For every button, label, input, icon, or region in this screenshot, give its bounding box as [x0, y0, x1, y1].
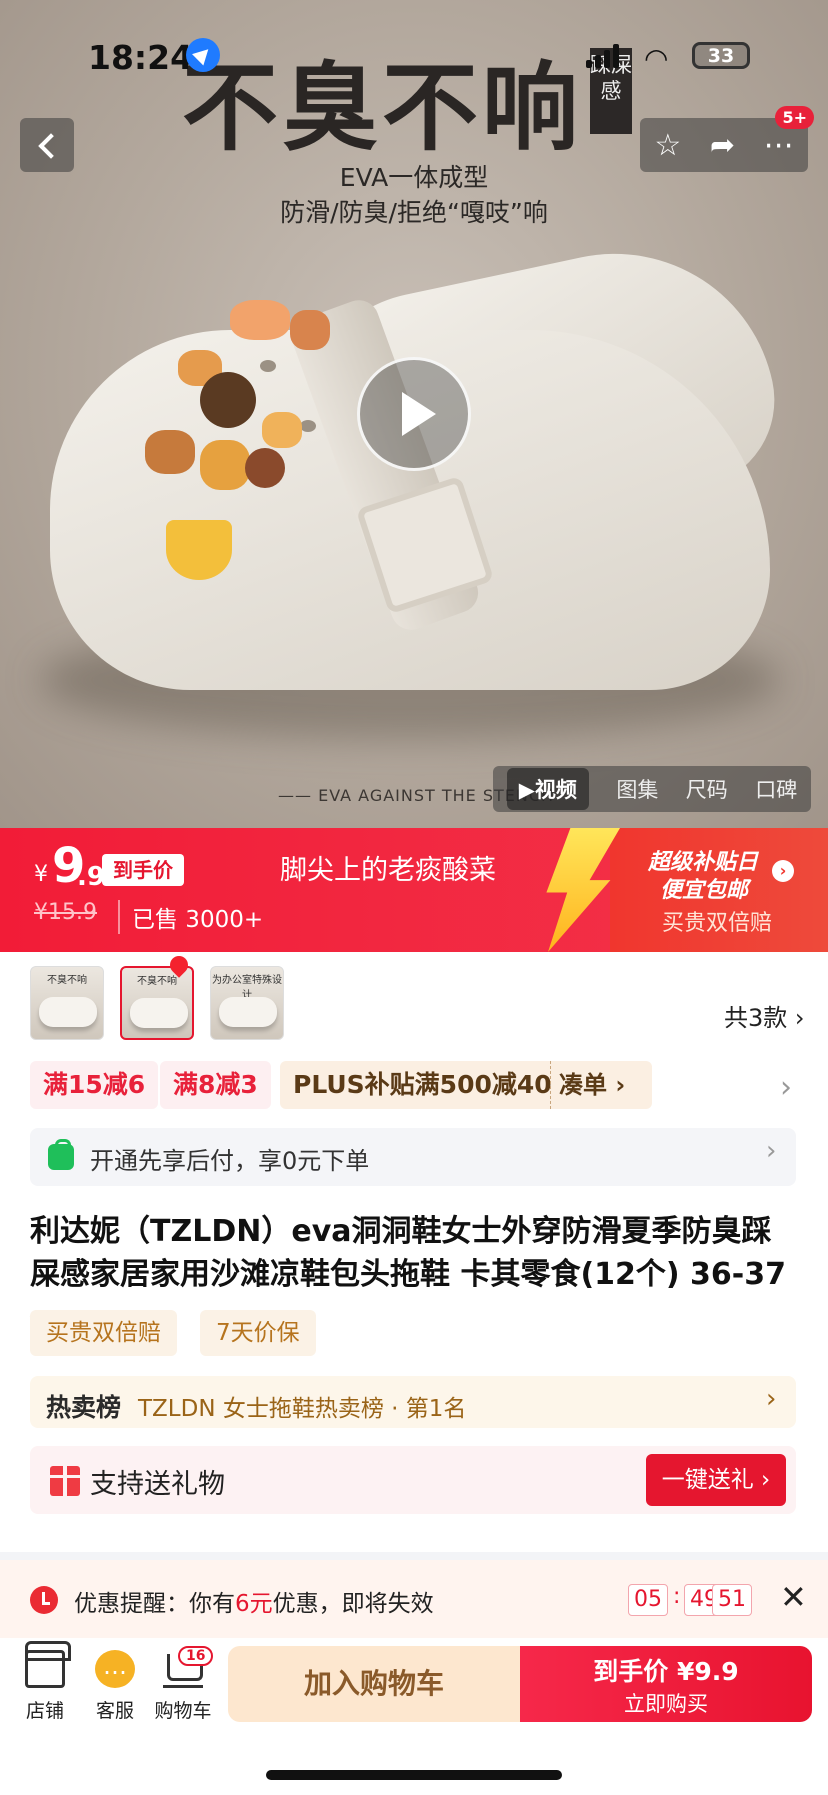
gift-banner: 支持送礼物 一键送礼 › — [30, 1446, 796, 1514]
gift-icon — [50, 1466, 80, 1496]
top-actions: ☆ ➦ ⋯ 5+ — [640, 106, 814, 172]
reminder-text: 优惠提醒：你有6元优惠，即将失效 — [74, 1591, 434, 1617]
service-tag[interactable]: 买贵双倍赔 — [30, 1310, 177, 1356]
gift-text: 支持送礼物 — [90, 1469, 225, 1500]
store-label: 店铺 — [25, 1700, 64, 1722]
pay-later-banner[interactable]: 开通先享后付，享0元下单 › — [30, 1128, 796, 1186]
favorite-star-icon[interactable]: ☆ — [654, 128, 681, 163]
countdown-seconds: 51 — [712, 1584, 752, 1616]
shoe-hole — [260, 360, 276, 372]
cart-label: 购物车 — [154, 1700, 212, 1722]
banner-slogan: 脚尖上的老痰酸菜 — [280, 855, 496, 886]
media-tabs: ▶视频 图集 尺码 口碑 — [493, 766, 811, 812]
price-decimal: .9 — [77, 862, 105, 892]
thumb-label: 不臭不响 — [47, 975, 87, 986]
signal-icon — [586, 44, 622, 68]
service-label: 客服 — [95, 1700, 134, 1722]
location-icon — [186, 38, 220, 72]
store-button[interactable]: 店铺 — [10, 1641, 80, 1723]
home-indicator[interactable] — [266, 1770, 562, 1780]
chat-icon — [95, 1650, 135, 1688]
original-price: ¥15.9 — [34, 900, 97, 925]
make-order-link[interactable]: 凑单 › — [550, 1061, 625, 1109]
variant-count[interactable]: 共3款 › — [724, 998, 805, 1033]
food-charm — [290, 310, 330, 350]
countdown-hours: 05 — [628, 1584, 668, 1616]
price-yen: ¥ — [34, 862, 48, 887]
shopping-bag-icon — [48, 1139, 74, 1170]
back-button[interactable] — [20, 118, 74, 172]
rank-text: TZLDN 女士拖鞋热卖榜 · 第1名 — [138, 1396, 467, 1422]
section-divider — [0, 1552, 828, 1560]
customer-service-button[interactable]: 客服 — [80, 1650, 150, 1723]
variant-thumb[interactable]: 为办公室特殊设计 — [210, 966, 284, 1040]
food-charm — [200, 440, 250, 490]
play-video-button[interactable] — [357, 357, 471, 471]
chevron-right-icon[interactable]: › — [772, 860, 794, 882]
more-icon[interactable]: ⋯ — [764, 128, 794, 163]
chevron-right-icon: › — [766, 1136, 777, 1166]
variant-thumb[interactable]: 不臭不响 — [30, 966, 104, 1040]
discount-reminder: 优惠提醒：你有6元优惠，即将失效 05 : 49 : 51 ✕ — [0, 1560, 828, 1638]
pizza-charm — [166, 520, 232, 580]
rank-heading: 热卖榜 — [46, 1393, 122, 1422]
promo-guarantee: 买贵双倍赔 — [662, 911, 773, 936]
shoe-hole — [300, 420, 316, 432]
pay-later-text: 开通先享后付，享0元下单 — [90, 1147, 370, 1175]
add-to-cart-button[interactable]: 加入购物车 — [228, 1646, 520, 1722]
status-bar: 18:24 ◠ 33 — [0, 0, 828, 110]
battery-icon: 33 — [692, 42, 750, 69]
share-icon[interactable]: ➦ — [710, 128, 735, 163]
service-tag[interactable]: 7天价保 — [200, 1310, 316, 1356]
buy-now-button[interactable]: 到手价 ¥9.9 立即购买 — [520, 1646, 812, 1722]
variant-thumb-selected[interactable]: 不臭不响 — [120, 966, 194, 1040]
sold-count: 已售 3000+ — [118, 900, 263, 934]
tab-reviews[interactable]: 口碑 — [755, 774, 797, 804]
chevron-right-icon[interactable]: › — [780, 1070, 792, 1105]
food-charm — [145, 430, 195, 474]
food-charm — [200, 372, 256, 428]
hot-rank-banner[interactable]: 热卖榜 TZLDN 女士拖鞋热卖榜 · 第1名 › — [30, 1376, 796, 1428]
food-charm — [245, 448, 285, 488]
coupon-tag[interactable]: 满15减6 — [30, 1061, 159, 1109]
send-gift-button[interactable]: 一键送礼 › — [646, 1454, 786, 1506]
more-badge: 5+ — [775, 106, 814, 129]
buy-label: 立即购买 — [624, 1692, 708, 1716]
tab-size[interactable]: 尺码 — [686, 774, 728, 804]
final-price-tag: 到手价 — [102, 854, 184, 886]
tab-gallery[interactable]: 图集 — [616, 774, 658, 804]
tab-video[interactable]: ▶视频 — [506, 768, 589, 810]
chevron-right-icon: › — [766, 1384, 777, 1414]
food-charm — [262, 412, 302, 448]
store-icon — [25, 1641, 71, 1688]
promo-subtitle: 便宜包邮 — [660, 878, 749, 903]
wifi-icon: ◠ — [644, 42, 669, 75]
cart-count-badge: 16 — [178, 1646, 214, 1666]
food-charm — [230, 300, 290, 340]
battery-level: 33 — [707, 44, 735, 67]
clock-icon — [30, 1586, 58, 1614]
coupon-tag[interactable]: 满8减3 — [160, 1061, 271, 1109]
close-icon[interactable]: ✕ — [780, 1578, 807, 1616]
hero-subtitle-2: 防滑/防臭/拒绝“嘎吱”响 — [280, 198, 548, 227]
status-time: 18:24 — [88, 38, 194, 77]
buy-price: 到手价 ¥9.9 — [593, 1657, 739, 1686]
